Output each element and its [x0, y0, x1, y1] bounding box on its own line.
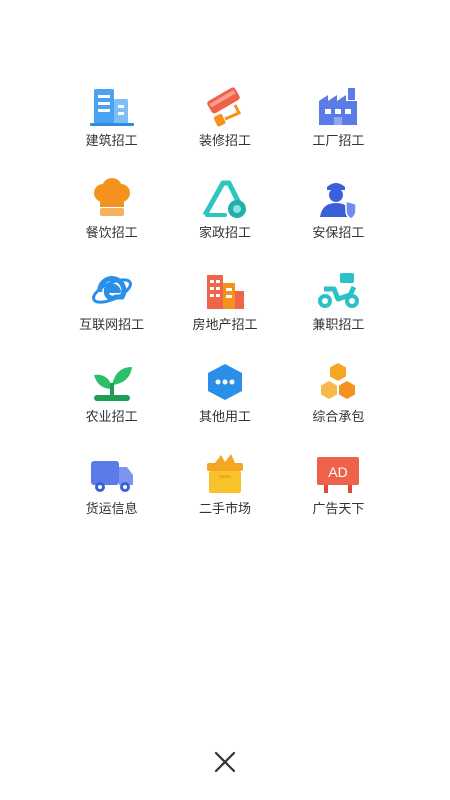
category-internet[interactable]: 互联网招工: [55, 269, 168, 339]
category-agriculture[interactable]: 农业招工: [55, 361, 168, 431]
security-guard-icon: [314, 177, 362, 219]
category-label: 广告天下: [312, 502, 365, 517]
category-label: 农业招工: [85, 410, 138, 425]
category-construction[interactable]: 建筑招工: [55, 85, 168, 155]
more-dots-icon: [201, 361, 249, 403]
category-housekeeping[interactable]: 家政招工: [168, 177, 281, 247]
internet-explorer-icon: [88, 269, 136, 311]
category-label: 工厂招工: [312, 134, 365, 149]
category-real-estate[interactable]: 房地产招工: [168, 269, 281, 339]
category-label: 装修招工: [198, 134, 251, 149]
hexagon-cluster-icon: [314, 361, 362, 403]
category-second-hand[interactable]: 二手市场: [168, 453, 281, 523]
category-label: 安保招工: [312, 226, 365, 241]
category-factory[interactable]: 工厂招工: [282, 85, 395, 155]
vacuum-cleaner-icon: [201, 177, 249, 219]
category-label: 家政招工: [198, 226, 251, 241]
category-label: 货运信息: [85, 502, 138, 517]
sprout-icon: [88, 361, 136, 403]
category-label: 综合承包: [312, 410, 365, 425]
category-label: 建筑招工: [85, 134, 138, 149]
category-label: 兼职招工: [312, 318, 365, 333]
shopping-box-icon: [201, 453, 249, 495]
chef-hat-icon: [88, 177, 136, 219]
category-freight[interactable]: 货运信息: [55, 453, 168, 523]
scooter-icon: [314, 269, 362, 311]
truck-icon: [88, 453, 136, 495]
category-part-time[interactable]: 兼职招工: [282, 269, 395, 339]
category-catering[interactable]: 餐饮招工: [55, 177, 168, 247]
close-icon: [211, 748, 239, 776]
category-label: 互联网招工: [79, 318, 145, 333]
category-label: 其他用工: [198, 410, 251, 425]
category-label: 房地产招工: [192, 318, 258, 333]
building-icon: [88, 85, 136, 127]
category-label: 二手市场: [198, 502, 251, 517]
ad-board-icon: AD: [314, 453, 362, 495]
category-security[interactable]: 安保招工: [282, 177, 395, 247]
svg-text:AD: AD: [329, 464, 348, 480]
close-button[interactable]: [211, 748, 239, 776]
category-contracting[interactable]: 综合承包: [282, 361, 395, 431]
factory-icon: [314, 85, 362, 127]
category-label: 餐饮招工: [85, 226, 138, 241]
category-advertising[interactable]: AD 广告天下: [282, 453, 395, 523]
real-estate-icon: [201, 269, 249, 311]
paint-roller-icon: [201, 85, 249, 127]
category-decoration[interactable]: 装修招工: [168, 85, 281, 155]
category-grid: 建筑招工 装修招工 工厂招工 餐饮招工 家政招工 安保招工 互联网招工 房地产招…: [55, 85, 395, 523]
category-other[interactable]: 其他用工: [168, 361, 281, 431]
